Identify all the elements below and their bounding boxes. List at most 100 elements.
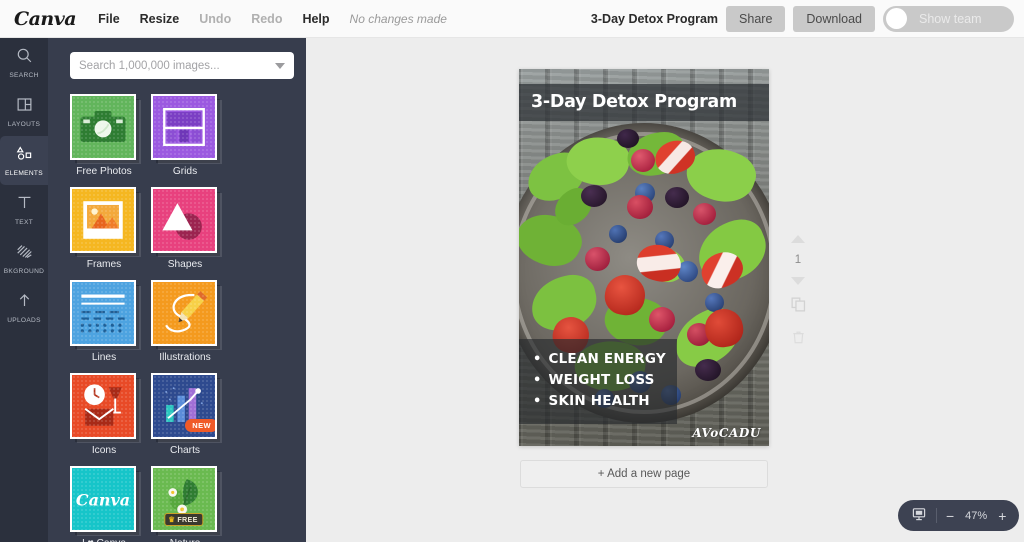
tile-thumb[interactable] xyxy=(70,94,136,160)
show-team-toggle[interactable]: Show team xyxy=(883,5,1014,32)
canvas-stage[interactable]: 3-Day Detox Program • CLEAN ENERGY • WEI… xyxy=(306,38,1024,542)
uploads-icon xyxy=(16,292,33,314)
tile-label: Icons xyxy=(91,445,117,456)
sidebar-label-text: TEXT xyxy=(14,218,34,226)
zoom-in-button[interactable]: + xyxy=(998,509,1006,523)
design-bullet: • CLEAN ENERGY xyxy=(533,349,669,370)
tile-illustrations[interactable]: Illustrations xyxy=(151,280,219,363)
page-number: 1 xyxy=(794,254,802,266)
top-bar-right: 3-Day Detox Program Share Download Show … xyxy=(591,5,1024,32)
tile-thumb[interactable]: Canva xyxy=(70,466,136,532)
tile-lines[interactable]: Lines xyxy=(70,280,138,363)
download-button[interactable]: Download xyxy=(793,5,875,32)
page-controls: 1 xyxy=(784,235,812,350)
tile-nature[interactable]: ♛ FREE Nature xyxy=(151,466,219,542)
share-button[interactable]: Share xyxy=(726,5,786,32)
add-new-page-button[interactable]: + Add a new page xyxy=(520,460,768,488)
design-bullet: • SKIN HEALTH xyxy=(533,391,669,412)
tile-thumb[interactable] xyxy=(70,373,136,439)
canva-editor: Canva File Resize Undo Redo Help No chan… xyxy=(0,0,1024,542)
tile-thumb[interactable] xyxy=(70,280,136,346)
tile-label: Charts xyxy=(169,445,200,456)
zoom-out-button[interactable]: − xyxy=(946,509,954,523)
tile-label: Illustrations xyxy=(159,352,211,363)
tile-thumb[interactable] xyxy=(70,187,136,253)
frames-icon xyxy=(83,201,123,239)
sidebar-item-layouts[interactable]: LAYOUTS xyxy=(0,87,48,136)
tile-grids[interactable]: Grids xyxy=(151,94,219,177)
search-input[interactable] xyxy=(79,59,275,72)
search-box[interactable] xyxy=(70,52,294,79)
grids-icon xyxy=(163,107,205,147)
tile-label: Frames xyxy=(86,259,122,270)
tile-frames[interactable]: Frames xyxy=(70,187,138,270)
tile-shapes[interactable]: Shapes xyxy=(151,187,219,270)
tile-thumb[interactable]: ♛ FREE xyxy=(151,466,217,532)
bullet-text: CLEAN ENERGY xyxy=(548,351,666,368)
tile-thumb[interactable] xyxy=(151,187,217,253)
new-badge: NEW xyxy=(185,419,215,432)
tile-icons[interactable]: Icons xyxy=(70,373,138,456)
zoom-percent: 47% xyxy=(965,509,988,522)
document-title[interactable]: 3-Day Detox Program xyxy=(591,12,718,26)
elements-panel: Free Photos Grids xyxy=(48,38,306,542)
sidebar-label-background: BKGROUND xyxy=(3,267,45,275)
menu-resize[interactable]: Resize xyxy=(140,12,180,26)
sidebar-label-search: SEARCH xyxy=(9,71,39,79)
bullet-text: WEIGHT LOSS xyxy=(548,372,655,389)
shapes-icon xyxy=(162,203,202,240)
tile-label: Free Photos xyxy=(76,166,132,177)
svg-text:Canva: Canva xyxy=(76,491,130,510)
camera-icon xyxy=(80,111,126,143)
triangle-down-icon[interactable] xyxy=(791,277,805,285)
tile-label: I ♥ Canva xyxy=(70,538,138,542)
bullet-marker: • xyxy=(533,394,542,410)
tile-thumb[interactable] xyxy=(151,94,217,160)
pencil-icon xyxy=(165,291,208,333)
trash-icon[interactable] xyxy=(791,329,806,350)
search-area xyxy=(48,38,306,85)
tile-label: Nature xyxy=(151,538,219,542)
save-status: No changes made xyxy=(349,11,447,26)
sidebar-item-text[interactable]: TEXT xyxy=(0,185,48,234)
tile-charts[interactable]: NEW Charts xyxy=(151,373,219,456)
top-bar: Canva File Resize Undo Redo Help No chan… xyxy=(0,0,1024,38)
duplicate-icon[interactable] xyxy=(790,296,807,318)
triangle-up-icon[interactable] xyxy=(791,235,805,243)
search-icon xyxy=(16,47,33,69)
icons-icon xyxy=(84,384,122,426)
canva-script-icon: Canva xyxy=(76,491,130,510)
layouts-icon xyxy=(16,96,33,118)
menu-file[interactable]: File xyxy=(98,12,120,26)
menu-help[interactable]: Help xyxy=(302,12,329,26)
sidebar-item-background[interactable]: BKGROUND xyxy=(0,234,48,283)
zoom-bar: − 47% + xyxy=(898,500,1020,531)
tile-i-love-canva[interactable]: Canva I ♥ Canva xyxy=(70,466,138,542)
tile-label: Shapes xyxy=(167,259,203,270)
show-team-label: Show team xyxy=(919,11,982,26)
sidebar-label-uploads: UPLOADS xyxy=(7,316,41,324)
chevron-down-icon[interactable] xyxy=(275,62,285,69)
left-rail: SEARCH LAYOUTS ELEMENTS TEXT BKGROUND UP… xyxy=(0,38,48,542)
menu-redo[interactable]: Redo xyxy=(251,12,282,26)
menu-undo[interactable]: Undo xyxy=(199,12,231,26)
design-page[interactable]: 3-Day Detox Program • CLEAN ENERGY • WEI… xyxy=(519,69,769,446)
tile-free-photos[interactable]: Free Photos xyxy=(70,94,138,177)
elements-icon xyxy=(16,145,33,167)
sidebar-item-elements[interactable]: ELEMENTS xyxy=(0,136,48,185)
sidebar-item-uploads[interactable]: UPLOADS xyxy=(0,283,48,332)
present-icon[interactable] xyxy=(911,506,927,525)
tile-label: Lines xyxy=(91,352,117,363)
toggle-knob xyxy=(886,8,907,29)
canva-logo[interactable]: Canva xyxy=(14,8,77,30)
design-title: 3-Day Detox Program xyxy=(531,92,737,112)
design-bullet-band[interactable]: • CLEAN ENERGY • WEIGHT LOSS • SKIN HEAL… xyxy=(519,339,677,424)
tile-thumb[interactable] xyxy=(151,280,217,346)
text-icon xyxy=(16,194,33,216)
sidebar-item-search[interactable]: SEARCH xyxy=(0,38,48,87)
design-title-band[interactable]: 3-Day Detox Program xyxy=(519,84,769,121)
tile-thumb[interactable]: NEW xyxy=(151,373,217,439)
element-category-grid: Free Photos Grids Frames Shapes Lines Il… xyxy=(48,94,306,542)
background-icon xyxy=(16,243,33,265)
free-badge: ♛ FREE xyxy=(164,513,204,526)
